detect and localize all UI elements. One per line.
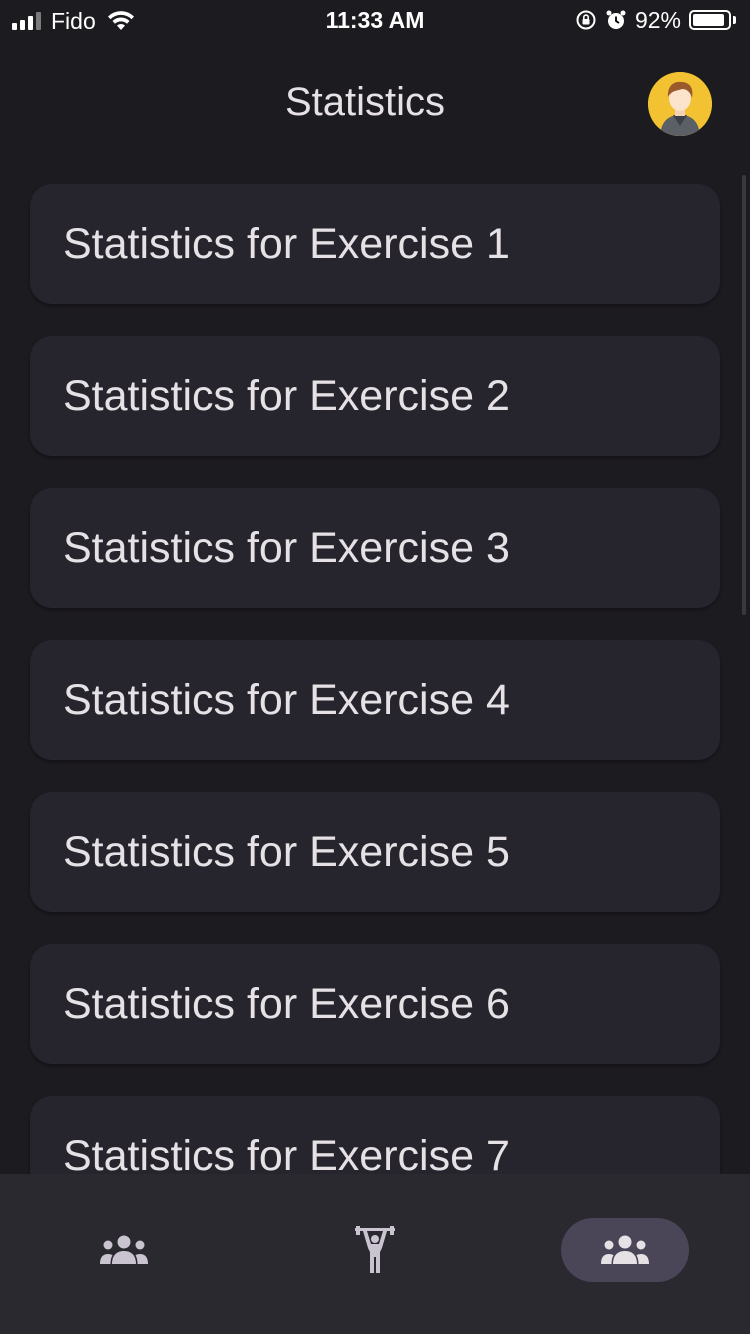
list-item-exercise-1[interactable]: Statistics for Exercise 1 [30,184,720,304]
list-item-label: Statistics for Exercise 4 [63,675,510,724]
status-bar: Fido 11:33 AM 92% [0,0,750,40]
exercise-statistics-list: Statistics for Exercise 1 Statistics for… [0,184,750,1174]
list-item-exercise-7[interactable]: Statistics for Exercise 7 [30,1096,720,1174]
list-item-exercise-2[interactable]: Statistics for Exercise 2 [30,336,720,456]
list-item-label: Statistics for Exercise 3 [63,523,510,572]
statistics-screen: Fido 11:33 AM 92% Statistics Statistics … [0,0,750,1334]
nav-tab-statistics[interactable] [561,1218,689,1282]
list-item-exercise-4[interactable]: Statistics for Exercise 4 [30,640,720,760]
page-title: Statistics [284,80,446,124]
list-item-exercise-3[interactable]: Statistics for Exercise 3 [30,488,720,608]
battery-icon [689,10,736,30]
app-header: Statistics [0,60,750,150]
nav-tab-groups[interactable] [60,1218,188,1282]
alarm-icon [606,10,626,29]
bottom-navigation [0,1174,750,1334]
list-item-label: Statistics for Exercise 5 [63,827,510,876]
list-item-label: Statistics for Exercise 6 [63,979,510,1028]
list-item-label: Statistics for Exercise 1 [63,219,510,268]
list-item-label: Statistics for Exercise 7 [63,1131,510,1175]
nav-tab-workout[interactable] [311,1218,439,1282]
status-right: 92% [575,6,736,34]
group-icon [100,1235,148,1264]
list-item-exercise-5[interactable]: Statistics for Exercise 5 [30,792,720,912]
weightlifter-icon [355,1226,395,1273]
list-item-label: Statistics for Exercise 2 [63,371,510,420]
list-scrollbar[interactable] [742,175,746,615]
battery-percent: 92% [634,6,681,33]
user-avatar-icon[interactable] [648,72,712,136]
list-item-exercise-6[interactable]: Statistics for Exercise 6 [30,944,720,1064]
orientation-lock-icon [576,10,596,30]
avatar-illustration [648,72,712,136]
group-icon [601,1235,649,1264]
